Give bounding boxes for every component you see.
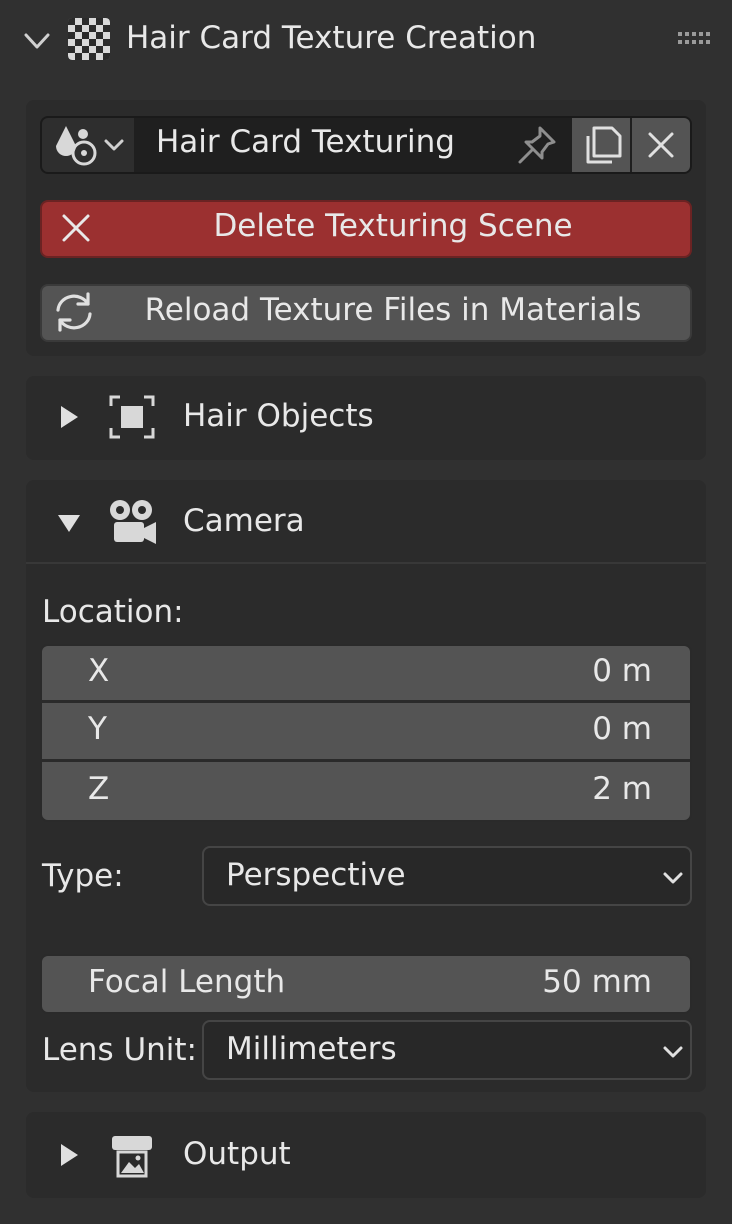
- location-z-label: Z: [88, 771, 110, 807]
- scene-name-field[interactable]: Hair Card Texturing: [156, 124, 455, 160]
- chevron-down-icon: [663, 1046, 683, 1058]
- scene-data-icon[interactable]: [50, 122, 130, 168]
- output-title: Output: [183, 1136, 291, 1172]
- lens-unit-label: Lens Unit:: [42, 1032, 197, 1068]
- focal-length-label: Focal Length: [88, 964, 286, 1000]
- reload-button-label: Reload Texture Files in Materials: [144, 292, 642, 328]
- hair-objects-title: Hair Objects: [183, 398, 374, 434]
- expand-arrow-icon[interactable]: [58, 404, 80, 430]
- location-y-value: 0 m: [592, 711, 652, 747]
- output-printer-icon: [112, 1136, 152, 1178]
- camera-title: Camera: [183, 503, 305, 539]
- checker-texture-icon: [68, 18, 110, 60]
- chevron-down-icon: [663, 872, 683, 884]
- location-label: Location:: [42, 594, 184, 630]
- location-y-label: Y: [88, 711, 107, 747]
- camera-type-value: Perspective: [226, 857, 406, 893]
- expand-arrow-icon[interactable]: [58, 1142, 80, 1168]
- location-z-value: 2 m: [592, 771, 652, 807]
- collapse-arrow-icon[interactable]: [56, 512, 82, 534]
- lens-unit-value: Millimeters: [226, 1031, 397, 1067]
- pin-icon[interactable]: [512, 122, 562, 168]
- type-label: Type:: [42, 858, 124, 894]
- object-bounds-icon: [109, 395, 155, 439]
- duplicate-icon: [586, 126, 622, 164]
- panel-title: Hair Card Texture Creation: [126, 20, 537, 56]
- delete-button-label: Delete Texturing Scene: [213, 208, 573, 244]
- chevron-down-icon[interactable]: [22, 26, 52, 56]
- close-icon: [648, 132, 674, 158]
- camera-icon: [110, 500, 156, 544]
- location-x-value: 0 m: [592, 653, 652, 689]
- focal-length-value: 50 mm: [542, 964, 652, 1000]
- drag-handle-icon[interactable]: [678, 30, 710, 46]
- location-x-label: X: [88, 653, 110, 689]
